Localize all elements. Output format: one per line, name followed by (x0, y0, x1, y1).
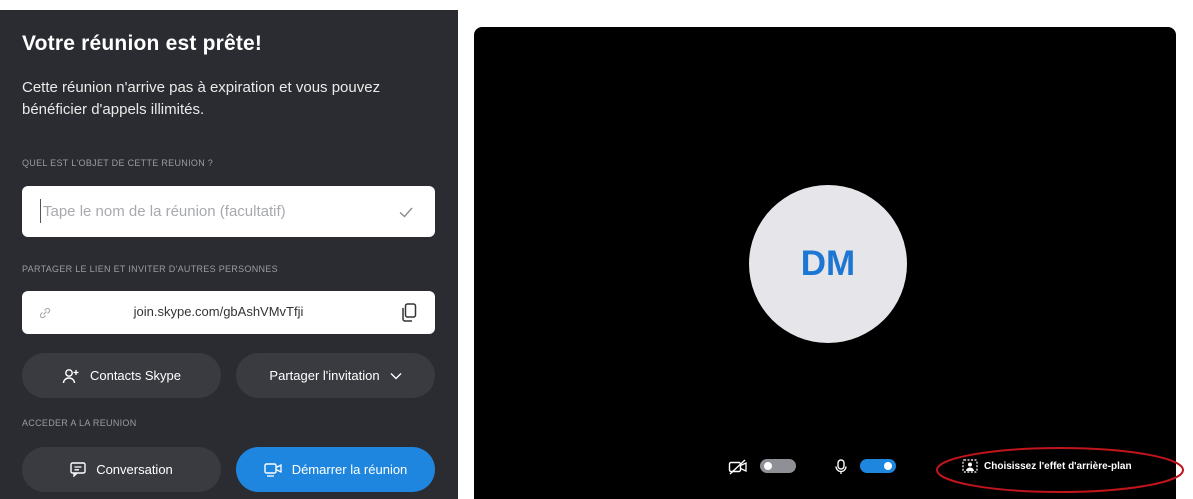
meeting-topic-label: QUEL EST L'OBJET DE CETTE REUNION ? (22, 158, 214, 168)
start-meeting-button[interactable]: Démarrer la réunion (236, 447, 435, 492)
meeting-description: Cette réunion n'arrive pas à expiration … (22, 79, 381, 118)
camera-toggle[interactable] (760, 459, 796, 473)
camera-off-icon[interactable] (728, 459, 748, 475)
meeting-link[interactable]: join.skype.com/gbAshVMvTfji (22, 304, 435, 319)
share-link-label: PARTAGER LE LIEN ET INVITER D'AUTRES PER… (22, 264, 278, 274)
background-effect-icon (962, 459, 978, 473)
meeting-name-input[interactable] (40, 199, 380, 223)
chevron-down-icon (390, 372, 402, 379)
mic-icon[interactable] (834, 459, 848, 475)
skype-contacts-button[interactable]: Contacts Skype (22, 353, 221, 398)
conversation-label: Conversation (96, 462, 173, 477)
meeting-ready-panel: Votre réunion est prête! Cette réunion n… (0, 10, 458, 499)
video-start-icon (263, 463, 282, 477)
page-title: Votre réunion est prête! (22, 32, 263, 55)
meeting-name-field[interactable] (22, 186, 435, 237)
join-meeting-label: ACCEDER A LA REUNION (22, 418, 137, 428)
background-effect-label: Choisissez l'effet d'arrière-plan (984, 460, 1132, 472)
add-contact-icon (62, 368, 79, 383)
chat-icon (70, 462, 86, 477)
conversation-button[interactable]: Conversation (22, 447, 221, 492)
avatar: DM (749, 185, 907, 343)
skype-contacts-label: Contacts Skype (89, 368, 182, 383)
mic-toggle[interactable] (860, 459, 896, 473)
share-invitation-button[interactable]: Partager l'invitation (236, 353, 435, 398)
check-icon[interactable] (397, 203, 415, 221)
background-effect-button[interactable]: Choisissez l'effet d'arrière-plan (962, 455, 1132, 477)
video-preview: DM Choisissez l'effet d'arrière-plan (474, 27, 1176, 499)
copy-icon[interactable] (401, 303, 417, 322)
meeting-link-box[interactable]: join.skype.com/gbAshVMvTfji (22, 291, 435, 334)
start-meeting-label: Démarrer la réunion (291, 462, 408, 477)
share-invitation-label: Partager l'invitation (269, 368, 380, 383)
